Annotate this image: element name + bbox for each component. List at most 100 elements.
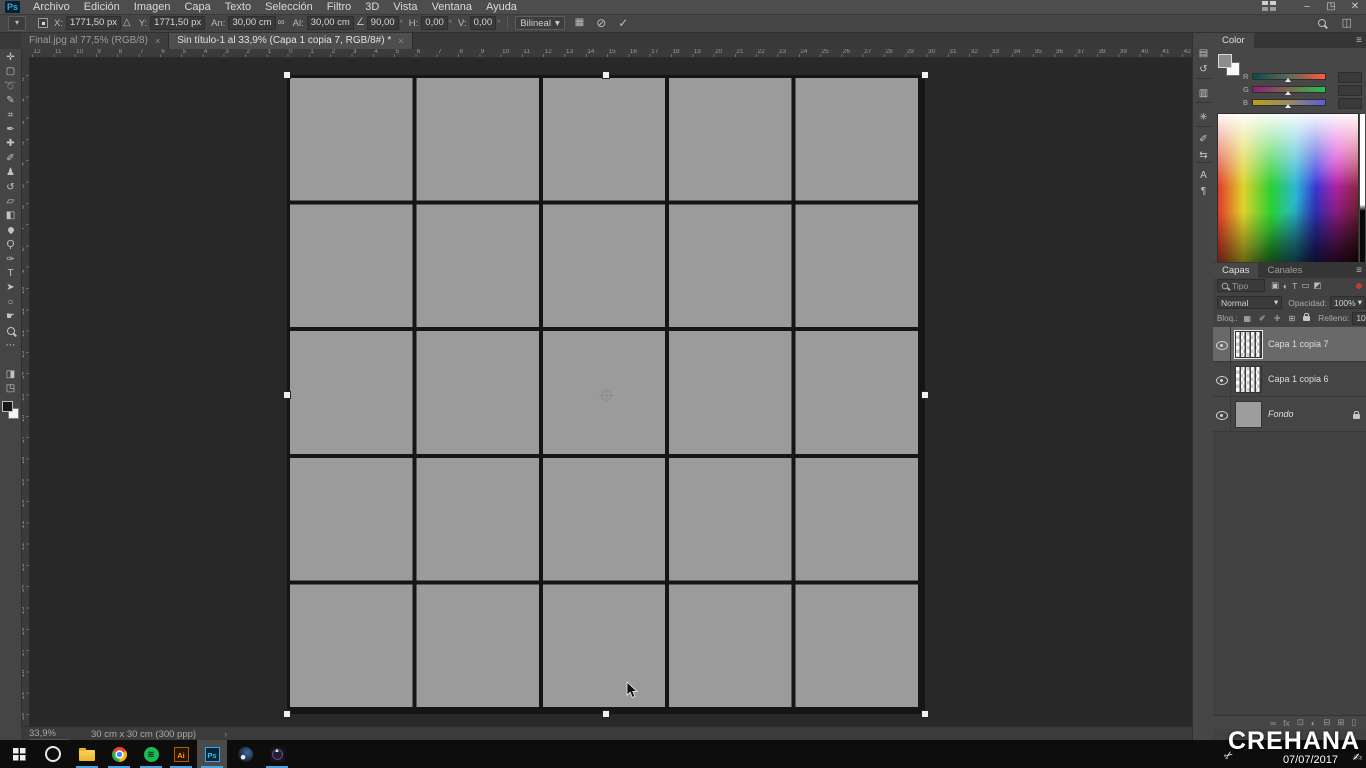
styles-panel-icon[interactable]: ✳ bbox=[1193, 112, 1214, 124]
lock-transparency-icon[interactable]: ▦ bbox=[1243, 314, 1251, 323]
filter-adjustment-icon[interactable]: ◐ bbox=[1283, 281, 1288, 291]
menu-item-texto[interactable]: Texto bbox=[218, 0, 258, 14]
history-brush-tool[interactable]: ↺ bbox=[0, 181, 21, 195]
dodge-tool[interactable]: Ϙ bbox=[0, 238, 21, 252]
layer-row-capa-1-copia-7[interactable]: Capa 1 copia 7 bbox=[1213, 327, 1366, 362]
panel-menu-icon[interactable]: ≡ bbox=[1356, 265, 1362, 276]
tab-color[interactable]: Color bbox=[1213, 33, 1254, 48]
workspace-switcher-icon[interactable] bbox=[1262, 1, 1276, 12]
zoom-level-field[interactable]: 33,9% bbox=[29, 728, 69, 740]
canvas-pasteboard[interactable] bbox=[29, 57, 1192, 726]
filter-type-dropdown[interactable]: Tipo bbox=[1217, 279, 1265, 292]
lock-artboard-icon[interactable]: ⊞ bbox=[1288, 314, 1295, 323]
color-spectrum-edge[interactable] bbox=[1360, 114, 1365, 270]
workspace-panel-icon[interactable]: ◫ bbox=[1342, 16, 1352, 29]
menu-item-archivo[interactable]: Archivo bbox=[26, 0, 77, 14]
layer-thumbnail[interactable] bbox=[1235, 401, 1262, 428]
adjustment-layer-icon[interactable]: ◐ bbox=[1311, 718, 1316, 728]
clone-stamp-tool[interactable]: ♟ bbox=[0, 166, 21, 180]
minimize-button[interactable]: – bbox=[1300, 0, 1314, 14]
foreground-swatch[interactable] bbox=[1218, 54, 1232, 68]
eye-icon[interactable] bbox=[1216, 376, 1228, 385]
menu-item-edicion[interactable]: Edición bbox=[77, 0, 127, 14]
link-dimensions-icon[interactable]: ∞ bbox=[278, 17, 285, 29]
transform-handle[interactable] bbox=[283, 710, 291, 718]
eye-icon[interactable] bbox=[1216, 341, 1228, 350]
layer-thumbnail[interactable] bbox=[1235, 366, 1262, 393]
filter-pixel-icon[interactable]: ▣ bbox=[1271, 280, 1279, 291]
transform-width-field[interactable]: 30,00 cm bbox=[228, 16, 275, 30]
move-tool[interactable]: ✛ bbox=[0, 51, 21, 65]
h-skew-field[interactable]: 0,00 bbox=[421, 16, 448, 30]
shape-tool[interactable]: ○ bbox=[0, 296, 21, 310]
menu-item-seleccion[interactable]: Selección bbox=[258, 0, 320, 14]
slider-value-field[interactable] bbox=[1338, 85, 1362, 96]
slider-thumb[interactable] bbox=[1285, 78, 1291, 82]
slider-thumb[interactable] bbox=[1285, 91, 1291, 95]
slider-value-field[interactable] bbox=[1338, 98, 1362, 109]
close-icon[interactable]: × bbox=[155, 36, 160, 46]
brush-settings-panel-icon[interactable]: ✐ bbox=[1193, 134, 1214, 146]
filter-shape-icon[interactable]: ▭ bbox=[1301, 280, 1309, 291]
v-skew-field[interactable]: 0,00 bbox=[470, 16, 497, 30]
transform-reference-point[interactable] bbox=[601, 390, 612, 401]
menu-item-vista[interactable]: Vista bbox=[386, 0, 424, 14]
menu-item-3d[interactable]: 3D bbox=[358, 0, 386, 14]
history-panel-icon[interactable]: ↺ bbox=[1193, 64, 1214, 76]
brush-tool[interactable]: ✐ bbox=[0, 152, 21, 166]
visibility-cell[interactable] bbox=[1213, 362, 1231, 396]
opacity-dropdown[interactable]: 100% ▾ bbox=[1330, 296, 1366, 309]
layer-row-fondo[interactable]: Fondo bbox=[1213, 397, 1366, 432]
transform-handle[interactable] bbox=[921, 71, 929, 79]
transform-handle[interactable] bbox=[921, 710, 929, 718]
slider-value-field[interactable] bbox=[1338, 72, 1362, 83]
transform-handle[interactable] bbox=[921, 391, 929, 399]
healing-brush-tool[interactable]: ✚ bbox=[0, 137, 21, 151]
restore-button[interactable]: ◳ bbox=[1324, 0, 1338, 14]
menu-item-filtro[interactable]: Filtro bbox=[320, 0, 358, 14]
visibility-cell[interactable] bbox=[1213, 327, 1231, 361]
media-player-app[interactable] bbox=[262, 740, 292, 768]
gradient-tool[interactable]: ◧ bbox=[0, 209, 21, 223]
spotify-app[interactable]: ≋ bbox=[136, 740, 166, 768]
transform-height-field[interactable]: 30,00 cm bbox=[307, 16, 354, 30]
document-tab-2[interactable]: Sin título-1 al 33,9% (Capa 1 copia 7, R… bbox=[169, 32, 412, 49]
transform-x-field[interactable]: 1771,50 px bbox=[66, 16, 121, 30]
menu-item-imagen[interactable]: Imagen bbox=[127, 0, 178, 14]
color-swatches[interactable] bbox=[1218, 54, 1240, 76]
chrome-app[interactable] bbox=[104, 740, 134, 768]
cancel-transform-icon[interactable]: ⊘ bbox=[596, 17, 606, 29]
visibility-cell[interactable] bbox=[1213, 397, 1231, 431]
layer-thumbnail[interactable] bbox=[1235, 331, 1262, 358]
search-icon[interactable] bbox=[1318, 19, 1326, 27]
transform-handle[interactable] bbox=[283, 71, 291, 79]
foreground-background-swatches[interactable] bbox=[2, 401, 19, 419]
interpolation-dropdown[interactable]: Bilineal ▾ bbox=[515, 16, 564, 30]
menu-item-capa[interactable]: Capa bbox=[177, 0, 217, 14]
quick-selection-tool[interactable]: ✎ bbox=[0, 94, 21, 108]
transform-handle[interactable] bbox=[283, 391, 291, 399]
cortana-button[interactable] bbox=[38, 740, 68, 768]
illustrator-app[interactable]: Ai bbox=[166, 740, 196, 768]
fill-dropdown[interactable]: 100% ▾ bbox=[1352, 312, 1366, 325]
marquee-tool[interactable]: ▢ bbox=[0, 65, 21, 79]
panel-menu-icon[interactable]: ≡ bbox=[1356, 35, 1362, 46]
transform-handle[interactable] bbox=[602, 71, 610, 79]
filter-type-icon[interactable]: T bbox=[1292, 281, 1297, 291]
edit-toolbar-button[interactable]: ⋯ bbox=[0, 339, 21, 353]
color-spectrum[interactable] bbox=[1217, 113, 1359, 273]
paragraph-panel-icon[interactable]: ¶ bbox=[1193, 186, 1214, 198]
transform-y-field[interactable]: 1771,50 px bbox=[150, 16, 205, 30]
relative-position-icon[interactable]: △ bbox=[123, 17, 131, 29]
close-button[interactable]: ✕ bbox=[1348, 0, 1362, 14]
warp-mode-icon[interactable]: ▦ bbox=[575, 17, 584, 29]
menu-item-ventana[interactable]: Ventana bbox=[425, 0, 479, 14]
steam-app[interactable] bbox=[230, 740, 260, 768]
crop-tool[interactable]: ⌗ bbox=[0, 109, 21, 123]
histogram-panel-icon[interactable]: ▥ bbox=[1193, 88, 1214, 100]
pen-tool[interactable]: ✑ bbox=[0, 253, 21, 267]
zoom-tool[interactable] bbox=[0, 325, 21, 339]
quick-mask-button[interactable]: ◨ bbox=[0, 368, 21, 382]
close-icon[interactable]: × bbox=[398, 36, 403, 46]
layer-row-capa-1-copia-6[interactable]: Capa 1 copia 6 bbox=[1213, 362, 1366, 397]
